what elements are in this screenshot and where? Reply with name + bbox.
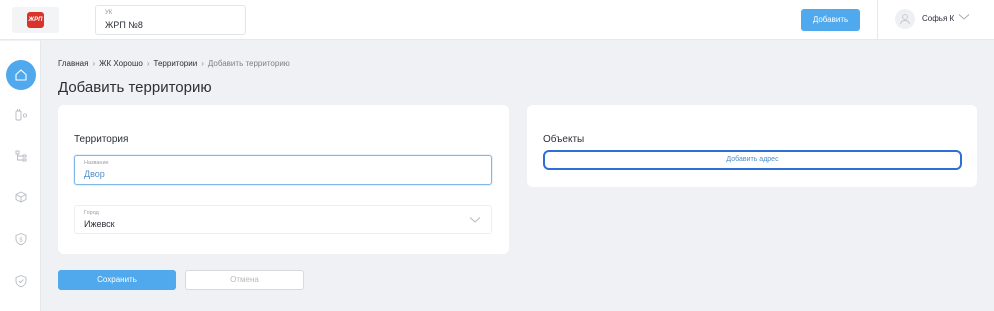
add-address-button[interactable]: Добавить адрес (543, 150, 962, 170)
objects-card: Объекты Добавить адрес (527, 105, 977, 187)
sidebar-item-protection[interactable] (6, 266, 36, 296)
city-select[interactable]: Город Ижевск (74, 205, 492, 234)
territory-name-value[interactable]: Двор (84, 169, 105, 179)
hierarchy-icon (15, 150, 27, 162)
breadcrumb-current: Добавить территорию (207, 59, 290, 68)
uk-value: ЖРП №8 (105, 20, 143, 30)
save-button[interactable]: Сохранить (58, 270, 176, 290)
chevron-right-icon: › (201, 59, 204, 68)
chevron-right-icon: › (92, 59, 96, 68)
sidebar-item-security[interactable]: $ (6, 224, 36, 254)
chevron-down-icon[interactable] (958, 13, 970, 21)
avatar[interactable] (895, 9, 915, 29)
company-logo: ЖРП (27, 12, 44, 28)
add-button[interactable]: Добавить (801, 9, 860, 31)
logo-container[interactable]: ЖРП (12, 7, 59, 33)
top-header: ЖРП УК ЖРП №8 Добавить Софья К (0, 0, 994, 40)
user-name[interactable]: Софья К (922, 14, 954, 23)
breadcrumb: Главная › ЖК Хорошо › Территории › Добавить те… (58, 59, 290, 68)
city-label: Город (84, 210, 99, 216)
uk-label: УК (105, 10, 113, 16)
chevron-right-icon: › (146, 59, 150, 68)
territory-card: Территория Название Двор Город Ижевск (58, 105, 509, 254)
uk-selector[interactable]: УК ЖРП №8 (95, 5, 246, 35)
box-icon (15, 191, 27, 203)
cancel-button[interactable]: Отмена (185, 270, 304, 290)
sidebar-item-packages[interactable] (6, 182, 36, 212)
territory-card-title: Территория (74, 134, 129, 145)
city-value: Ижевск (84, 219, 115, 229)
territory-name-label: Название (84, 160, 109, 166)
breadcrumb-link-complex[interactable]: ЖК Хорошо (99, 59, 143, 68)
user-icon (900, 14, 910, 25)
header-divider (877, 0, 878, 40)
home-icon (15, 69, 27, 81)
sidebar-item-home[interactable] (6, 60, 36, 90)
territory-name-field[interactable]: Название Двор (74, 155, 492, 185)
breadcrumb-link-home[interactable]: Главная (58, 59, 88, 68)
shield-icon: $ (15, 233, 27, 246)
sidebar-item-meters[interactable] (6, 100, 36, 130)
sidebar-item-structure[interactable] (6, 141, 36, 171)
breadcrumb-link-territories[interactable]: Территории (154, 59, 198, 68)
svg-text:$: $ (19, 237, 23, 244)
page-title: Добавить территорию (58, 79, 212, 96)
meter-icon (15, 109, 27, 121)
chevron-down-icon[interactable] (469, 216, 481, 224)
sidebar: $ (0, 41, 41, 311)
objects-card-title: Объекты (543, 134, 585, 145)
shield-check-icon (15, 275, 27, 288)
